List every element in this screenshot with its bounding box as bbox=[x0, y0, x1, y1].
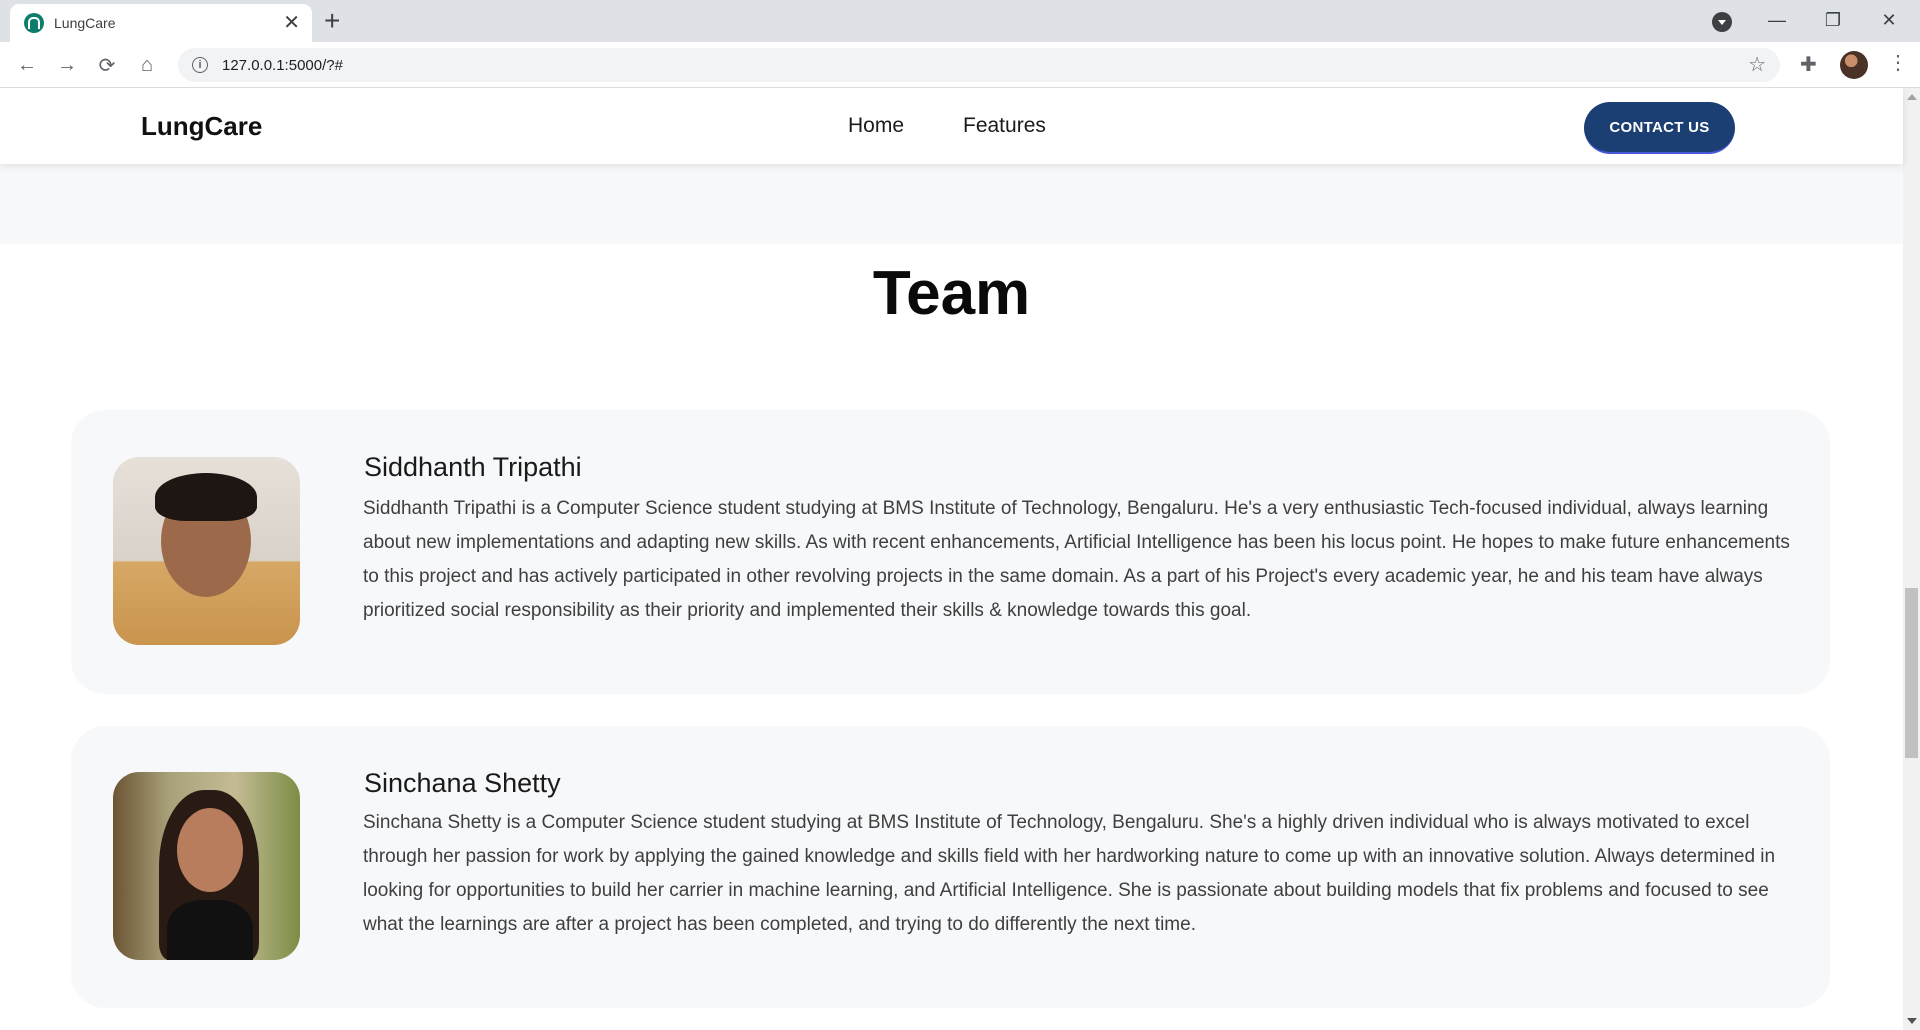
page-viewport: LungCare Home Features CONTACT US Team S… bbox=[0, 88, 1920, 1030]
team-heading: Team bbox=[872, 259, 1031, 328]
back-arrow-icon[interactable]: ← bbox=[12, 50, 42, 80]
home-icon[interactable]: ⌂ bbox=[132, 50, 162, 80]
member-bio: Siddhanth Tripathi is a Computer Science… bbox=[363, 498, 1790, 621]
lungcare-favicon-icon bbox=[24, 13, 44, 33]
minimize-button[interactable]: — bbox=[1762, 6, 1792, 34]
url-text[interactable]: 127.0.0.1:5000/?# bbox=[222, 57, 343, 74]
member-hair-shape bbox=[155, 473, 257, 521]
browser-tab-strip: LungCare ✕ + — ❐ ✕ bbox=[0, 0, 1920, 42]
forward-arrow-icon[interactable]: → bbox=[52, 50, 82, 80]
restore-button[interactable]: ❐ bbox=[1818, 6, 1848, 34]
section-divider-band bbox=[0, 164, 1903, 244]
member-photo bbox=[113, 772, 300, 960]
scrollbar-thumb[interactable] bbox=[1905, 588, 1918, 758]
browser-tab[interactable]: LungCare ✕ bbox=[10, 4, 312, 42]
team-member-card: Siddhanth Tripathi Siddhanth Tripathi is… bbox=[71, 410, 1830, 694]
close-window-button[interactable]: ✕ bbox=[1874, 6, 1904, 34]
page-scrollbar[interactable] bbox=[1903, 88, 1920, 1030]
member-photo bbox=[113, 457, 300, 645]
bookmark-star-icon[interactable]: ☆ bbox=[1748, 52, 1766, 77]
site-navbar: LungCare Home Features CONTACT US bbox=[0, 88, 1903, 164]
member-bio: Sinchana Shetty is a Computer Science st… bbox=[363, 812, 1776, 935]
member-name: Siddhanth Tripathi bbox=[364, 452, 582, 482]
team-member-card: Sinchana Shetty Sinchana Shetty is a Com… bbox=[71, 726, 1830, 1008]
nav-link-home[interactable]: Home bbox=[848, 114, 904, 138]
tab-title: LungCare bbox=[54, 15, 116, 31]
tab-close-icon[interactable]: ✕ bbox=[283, 13, 300, 33]
reload-icon[interactable]: ⟳ bbox=[92, 50, 122, 80]
member-face-shape bbox=[177, 808, 243, 892]
scroll-down-arrow-icon[interactable] bbox=[1907, 1018, 1917, 1024]
tab-search-icon[interactable] bbox=[1712, 12, 1732, 32]
member-top-shape bbox=[167, 900, 253, 960]
address-bar[interactable]: i 127.0.0.1:5000/?# ☆ bbox=[178, 48, 1780, 82]
contact-us-button[interactable]: CONTACT US bbox=[1584, 102, 1735, 154]
extensions-puzzle-icon[interactable]: ✚ bbox=[1800, 52, 1817, 77]
profile-avatar[interactable] bbox=[1840, 51, 1868, 79]
site-logo[interactable]: LungCare bbox=[141, 111, 262, 142]
nav-link-features[interactable]: Features bbox=[963, 114, 1046, 138]
member-name: Sinchana Shetty bbox=[364, 768, 561, 798]
site-info-icon[interactable]: i bbox=[192, 57, 208, 73]
browser-menu-icon[interactable]: ⋮ bbox=[1888, 50, 1908, 75]
browser-toolbar: ← → ⟳ ⌂ i 127.0.0.1:5000/?# ☆ ✚ ⋮ bbox=[0, 42, 1920, 88]
new-tab-button[interactable]: + bbox=[324, 6, 340, 36]
scroll-up-arrow-icon[interactable] bbox=[1907, 94, 1917, 100]
